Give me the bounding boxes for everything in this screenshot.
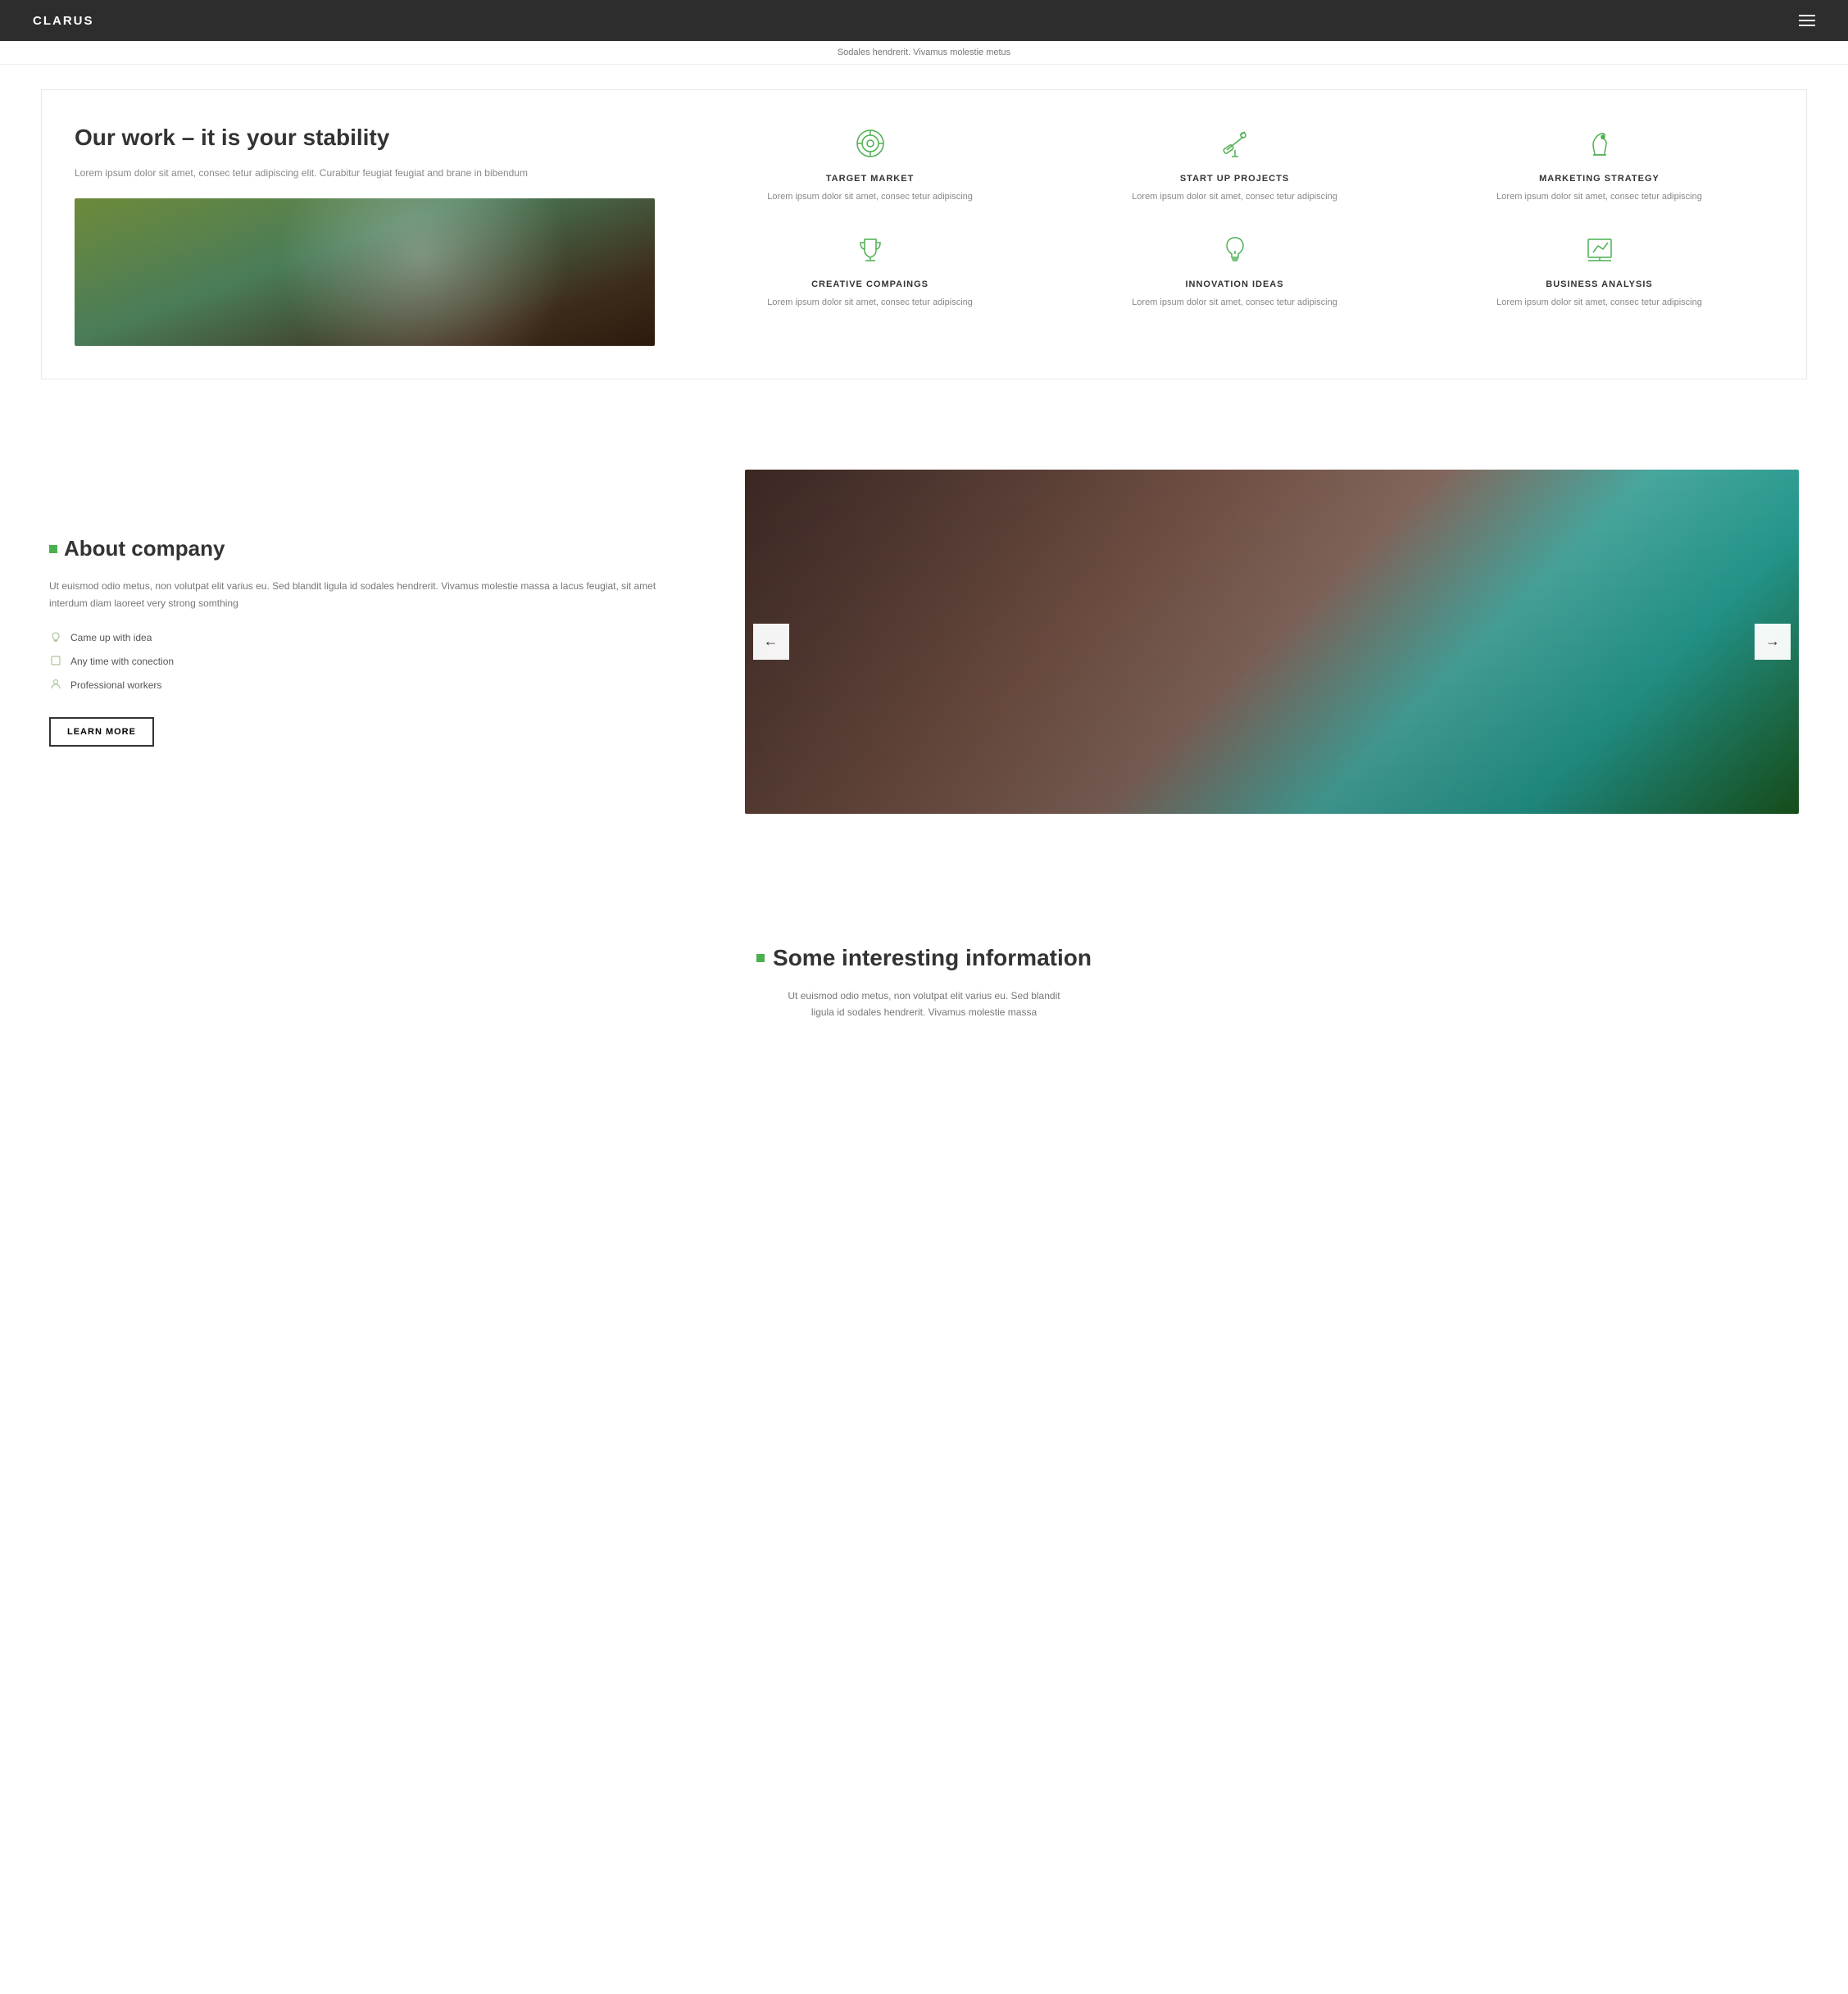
feature-business: BUSINESS ANALYSIS Lorem ipsum dolor sit … bbox=[1425, 229, 1773, 310]
work-card-wrapper: Our work – it is your stability Lorem ip… bbox=[41, 89, 1807, 379]
feature-target-market: TARGET MARKET Lorem ipsum dolor sit amet… bbox=[696, 123, 1044, 204]
chess-knight-icon bbox=[1579, 123, 1620, 164]
feature-marketing-desc: Lorem ipsum dolor sit amet, consec tetur… bbox=[1425, 190, 1773, 204]
work-left-panel: Our work – it is your stability Lorem ip… bbox=[75, 123, 655, 346]
chart-icon bbox=[1579, 229, 1620, 270]
feature-innovation-title: INNOVATION IDEAS bbox=[1060, 279, 1409, 289]
about-image-inner bbox=[745, 470, 1800, 814]
about-feature-connection: Any time with conection bbox=[49, 655, 696, 669]
menu-line-3 bbox=[1799, 25, 1815, 26]
feature-business-desc: Lorem ipsum dolor sit amet, consec tetur… bbox=[1425, 296, 1773, 310]
info-title: Some interesting information bbox=[773, 945, 1092, 971]
carousel-prev-button[interactable]: ← bbox=[753, 624, 789, 660]
info-section: Some interesting information Ut euismod … bbox=[0, 879, 1848, 1054]
work-features-grid: TARGET MARKET Lorem ipsum dolor sit amet… bbox=[696, 123, 1773, 309]
about-section: About company Ut euismod odio metus, non… bbox=[0, 404, 1848, 879]
feature-startup: START UP PROJECTS Lorem ipsum dolor sit … bbox=[1060, 123, 1409, 204]
info-title-dot bbox=[756, 954, 765, 962]
feature-marketing-title: MARKETING STRATEGY bbox=[1425, 174, 1773, 184]
menu-line-2 bbox=[1799, 20, 1815, 21]
work-description: Lorem ipsum dolor sit amet, consec tetur… bbox=[75, 166, 655, 181]
about-description: Ut euismod odio metus, non volutpat elit… bbox=[49, 578, 696, 611]
telescope-icon bbox=[1215, 123, 1255, 164]
carousel-next-button[interactable]: → bbox=[1755, 624, 1791, 660]
about-feature-connection-label: Any time with conection bbox=[70, 656, 174, 667]
info-title-container: Some interesting information bbox=[49, 945, 1799, 971]
feature-creative-title: CREATIVE COMPAINGS bbox=[696, 279, 1044, 289]
feature-target-desc: Lorem ipsum dolor sit amet, consec tetur… bbox=[696, 190, 1044, 204]
learn-more-button[interactable]: LEARN MORE bbox=[49, 717, 154, 747]
feature-startup-desc: Lorem ipsum dolor sit amet, consec tetur… bbox=[1060, 190, 1409, 204]
ticker-text: Sodales hendrerit. Vivamus molestie metu… bbox=[838, 48, 1010, 57]
lightbulb-feat-icon bbox=[49, 631, 62, 645]
about-left-panel: About company Ut euismod odio metus, non… bbox=[49, 536, 696, 747]
about-title: About company bbox=[64, 536, 225, 561]
feature-creative-desc: Lorem ipsum dolor sit amet, consec tetur… bbox=[696, 296, 1044, 310]
feature-creative: CREATIVE COMPAINGS Lorem ipsum dolor sit… bbox=[696, 229, 1044, 310]
about-title-dot bbox=[49, 545, 57, 553]
about-image bbox=[745, 470, 1800, 814]
carousel-next-icon: → bbox=[1765, 633, 1780, 650]
square-feat-icon bbox=[49, 655, 62, 669]
about-feature-idea-label: Came up with idea bbox=[70, 632, 152, 643]
feature-target-title: TARGET MARKET bbox=[696, 174, 1044, 184]
about-right-panel: ← → bbox=[745, 470, 1800, 814]
target-icon bbox=[850, 123, 891, 164]
navbar-brand: CLARUS bbox=[33, 14, 94, 28]
about-feature-list: Came up with idea Any time with conectio… bbox=[49, 631, 696, 693]
info-description: Ut euismod odio metus, non volutpat elit… bbox=[785, 988, 1064, 1021]
lightbulb-icon bbox=[1215, 229, 1255, 270]
trophy-icon bbox=[850, 229, 891, 270]
about-title-container: About company bbox=[49, 536, 696, 561]
about-feature-workers-label: Professional workers bbox=[70, 679, 161, 691]
navbar: CLARUS bbox=[0, 0, 1848, 41]
work-image bbox=[75, 198, 655, 346]
about-feature-workers: Professional workers bbox=[49, 679, 696, 693]
ticker-bar: Sodales hendrerit. Vivamus molestie metu… bbox=[0, 41, 1848, 65]
work-title: Our work – it is your stability bbox=[75, 123, 655, 152]
menu-line-1 bbox=[1799, 15, 1815, 16]
feature-marketing: MARKETING STRATEGY Lorem ipsum dolor sit… bbox=[1425, 123, 1773, 204]
feature-innovation: INNOVATION IDEAS Lorem ipsum dolor sit a… bbox=[1060, 229, 1409, 310]
person-feat-icon bbox=[49, 679, 62, 693]
hamburger-menu-button[interactable] bbox=[1799, 15, 1815, 26]
about-feature-idea: Came up with idea bbox=[49, 631, 696, 645]
feature-business-title: BUSINESS ANALYSIS bbox=[1425, 279, 1773, 289]
feature-innovation-desc: Lorem ipsum dolor sit amet, consec tetur… bbox=[1060, 296, 1409, 310]
carousel-prev-icon: ← bbox=[764, 633, 779, 650]
feature-startup-title: START UP PROJECTS bbox=[1060, 174, 1409, 184]
